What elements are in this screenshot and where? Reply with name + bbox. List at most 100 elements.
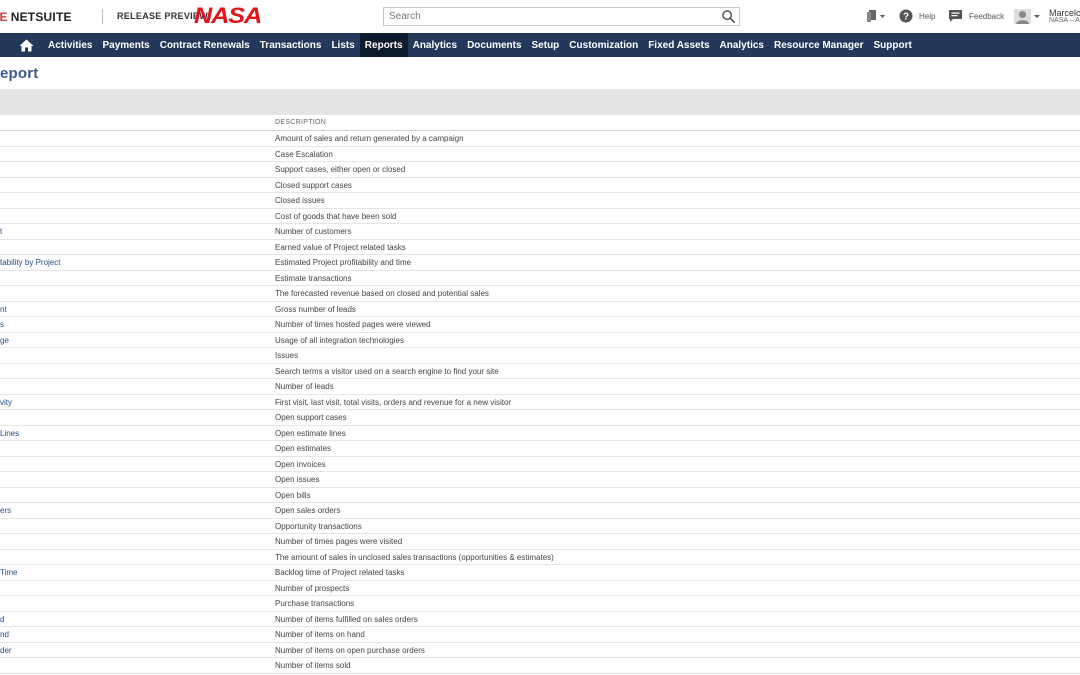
report-name-link[interactable]: t [0, 227, 2, 236]
nav-customization[interactable]: Customization [564, 33, 643, 57]
nav-activities[interactable]: Activities [43, 33, 97, 57]
report-name-link[interactable]: ers [0, 506, 11, 515]
table-row: Open bills [0, 488, 1080, 503]
table-row: Number of leads [0, 379, 1080, 395]
report-description: Gross number of leads [275, 304, 356, 314]
nav-setup[interactable]: Setup [527, 33, 565, 57]
report-description: Estimated Project profitability and time [275, 258, 412, 267]
table-row: Purchase transactions [0, 596, 1080, 612]
table-row: Time Backlog time of Project related task… [0, 565, 1080, 581]
nav-support[interactable]: Support [868, 33, 916, 57]
table-row: Number of times pages were visited [0, 534, 1080, 550]
table-row: s Number of times hosted pages were viewe… [0, 317, 1080, 333]
report-description: Number of items sold [275, 661, 351, 670]
table-row: Closed issues [0, 193, 1080, 209]
report-name-link[interactable]: Time [0, 568, 17, 577]
nav-analytics[interactable]: Analytics [408, 33, 462, 57]
description-column-header[interactable]: DESCRIPTION [275, 119, 326, 126]
help-icon[interactable]: ? [899, 9, 913, 23]
top-header: LE NETSUITE RELEASE PREVIEW NASA ? Help … [0, 0, 1080, 33]
table-row: Amount of sales and return generated by … [0, 131, 1080, 147]
nav-payments[interactable]: Payments [97, 33, 154, 57]
report-description: Number of times pages were visited [275, 537, 403, 546]
nav-fixed-assets[interactable]: Fixed Assets [643, 33, 714, 57]
report-description: Number of customers [275, 227, 352, 236]
report-description: Open support cases [275, 413, 347, 422]
report-description: Search terms a visitor used on a search … [275, 366, 499, 376]
logo-netsuite-text: NETSUITE [10, 10, 72, 24]
report-name-link[interactable]: tability by Project [0, 258, 60, 267]
nav-home[interactable] [12, 33, 41, 57]
report-name-link[interactable]: vity [0, 398, 12, 407]
table-body: Amount of sales and return generated by … [0, 131, 1080, 674]
report-description: Open invoices [275, 459, 326, 469]
report-name-link[interactable]: nd [0, 630, 9, 639]
table-row: Search terms a visitor used on a search … [0, 364, 1080, 379]
table-row: Number of items sold [0, 658, 1080, 674]
table-row: d Number of items fulfilled on sales orde… [0, 612, 1080, 627]
table-row: Cost of goods that have been sold [0, 209, 1080, 224]
report-description: The forecasted revenue based on closed a… [275, 289, 489, 298]
filter-band [0, 89, 1080, 115]
nav-resource-manager[interactable]: Resource Manager [769, 33, 868, 57]
report-description: The amount of sales in unclosed sales tr… [275, 552, 554, 562]
report-description: Cost of goods that have been sold [275, 211, 397, 221]
report-name-link[interactable]: der [0, 646, 12, 655]
feedback-link[interactable]: Feedback [969, 12, 1004, 21]
table-row: Open issues [0, 472, 1080, 488]
nav-reports[interactable]: Reports [359, 33, 408, 57]
nav-transactions[interactable]: Transactions [255, 33, 327, 57]
account-logo: NASA [194, 3, 262, 28]
table-row: Open estimates [0, 441, 1080, 457]
report-name-link[interactable]: nt [0, 305, 7, 314]
svg-text:?: ? [903, 12, 909, 23]
search-icon[interactable] [721, 9, 736, 24]
report-name-link[interactable]: d [0, 615, 4, 624]
report-description: Number of leads [275, 382, 334, 391]
report-name-link[interactable]: s [0, 320, 4, 329]
table-header: DESCRIPTION [0, 115, 1080, 131]
feedback-icon[interactable] [948, 9, 963, 23]
report-description: Opportunity transactions [275, 521, 362, 531]
table-row: der Number of items on open purchase orde… [0, 643, 1080, 658]
report-name-link[interactable]: Lines [0, 429, 19, 438]
report-description: First visit, last visit, total visits, o… [275, 397, 512, 407]
report-description: Number of prospects [275, 583, 350, 593]
search-input[interactable] [383, 7, 740, 26]
logo-divider [102, 9, 103, 24]
main-nav: Activities Payments Contract Renewals Tr… [0, 33, 1080, 57]
report-name-link[interactable]: ge [0, 336, 9, 345]
home-icon [19, 39, 34, 51]
report-description: Amount of sales and return generated by … [275, 134, 464, 143]
table-row: vity First visit, last visit, total visit… [0, 395, 1080, 410]
report-description: Closed issues [275, 196, 325, 205]
table-row: ge Usage of all integration technologies [0, 333, 1080, 348]
report-description: Open sales orders [275, 506, 341, 515]
recent-records-icon[interactable] [866, 9, 886, 24]
report-description: Support cases, either open or closed [275, 165, 406, 174]
nav-contract-renewals[interactable]: Contract Renewals [155, 33, 255, 57]
table-row: t Number of customers [0, 224, 1080, 240]
help-link[interactable]: Help [919, 12, 935, 21]
table-row: ers Open sales orders [0, 503, 1080, 519]
netsuite-logo[interactable]: LE NETSUITE [0, 9, 72, 25]
nav-lists[interactable]: Lists [326, 33, 359, 57]
report-description: Open estimate lines [275, 428, 346, 438]
report-description: Case Escalation [275, 149, 333, 159]
table-row: Lines Open estimate lines [0, 426, 1080, 441]
table-row: Closed support cases [0, 178, 1080, 193]
nav-documents[interactable]: Documents [462, 33, 526, 57]
nav-analytics-2[interactable]: Analytics [715, 33, 769, 57]
report-description: Number of times hosted pages were viewed [275, 320, 431, 329]
table-row: Issues [0, 348, 1080, 364]
report-description: Open issues [275, 475, 320, 484]
report-description: Number of items on hand [275, 630, 365, 639]
table-row: Support cases, either open or closed [0, 162, 1080, 178]
table-row: Estimate transactions [0, 271, 1080, 286]
report-description: Number of items on open purchase orders [275, 645, 425, 655]
table-row: Case Escalation [0, 147, 1080, 162]
report-description: Number of items fulfilled on sales order… [275, 614, 418, 624]
user-account: NASA – A [1049, 17, 1080, 24]
user-avatar-icon[interactable] [1014, 9, 1042, 24]
report-description: Open bills [275, 490, 311, 500]
